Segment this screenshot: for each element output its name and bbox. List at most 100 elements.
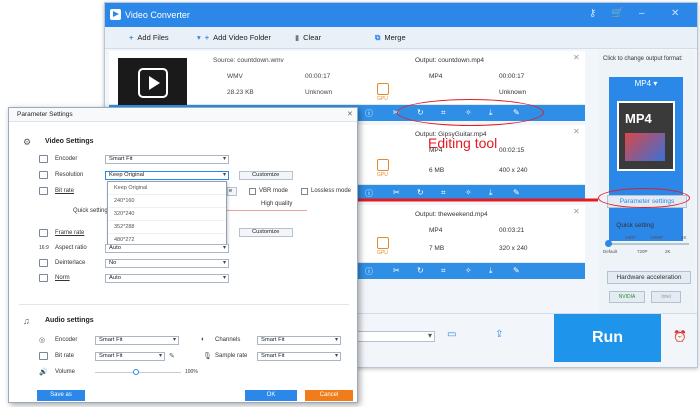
add-files-button[interactable]: + Add Files <box>129 33 169 42</box>
q-720p[interactable]: 720P <box>637 249 648 254</box>
gpu-label: GPU <box>377 250 388 256</box>
alarm-clock-icon[interactable]: ⏰ <box>673 330 687 343</box>
hardware-acceleration-button[interactable]: Hardware acceleration <box>607 271 691 284</box>
format-selector[interactable]: MP4 ▾ MP4 <box>609 77 683 241</box>
chevron-down-icon[interactable]: ▾ <box>428 331 432 340</box>
audio-encoder-label: Encoder <box>55 337 78 343</box>
pencil-icon[interactable]: ✎ <box>169 352 175 360</box>
remove-row-icon[interactable]: ✕ <box>573 127 580 136</box>
intel-toggle[interactable]: Intel <box>651 291 681 303</box>
framerate-label: Frame rate <box>55 230 85 236</box>
quality-slider[interactable] <box>227 210 307 211</box>
resolution-customize-button[interactable]: Customize <box>239 171 293 180</box>
dialog-title: Parameter Settings <box>17 111 73 118</box>
ok-button[interactable]: OK <box>245 390 297 401</box>
parameter-settings-highlight <box>598 188 690 208</box>
sample-rate-select[interactable]: Smart Fit <box>257 352 341 361</box>
gpu-label: GPU <box>377 96 388 102</box>
deinterlace-icon <box>39 259 48 267</box>
slider-handle[interactable] <box>605 240 612 247</box>
video-settings-heading: Video Settings <box>45 138 94 145</box>
q-480p[interactable]: 480P <box>625 235 636 240</box>
output-format: MP4 <box>429 227 443 234</box>
vbr-mode-label: VBR mode <box>259 188 289 194</box>
audio-bitrate-select[interactable]: Smart Fit <box>95 352 165 361</box>
folder-icon[interactable]: ▭ <box>447 329 456 340</box>
merge-button[interactable]: ⧉ Merge <box>375 33 406 43</box>
cart-icon[interactable]: 🛒 <box>611 8 623 19</box>
lossless-mode-checkbox[interactable] <box>301 188 308 195</box>
channels-icon: ◐ <box>201 336 206 343</box>
resolution-option[interactable]: 320*240 <box>108 208 226 221</box>
output-name: Output: countdown.mp4 <box>415 57 485 64</box>
q-2k[interactable]: 2K <box>665 249 671 254</box>
audio-bitrate-label: Bit rate <box>55 353 75 359</box>
resolution-option[interactable]: Keep Original <box>108 182 226 195</box>
effect-icon[interactable]: ✧ <box>465 266 472 275</box>
parameter-settings-dialog: Parameter Settings ✕ ⚙ Video Settings En… <box>8 107 358 403</box>
source-name: Source: countdown.wmv <box>213 57 284 64</box>
cancel-button[interactable]: Cancel <box>305 390 353 401</box>
q-1080p[interactable]: 1080P <box>650 235 663 240</box>
encoder-select[interactable]: Smart Fit <box>105 155 229 164</box>
mp4-format-icon: MP4 <box>617 101 675 171</box>
key-icon[interactable]: ⚷ <box>589 8 596 19</box>
video-settings-icon: ⚙ <box>23 137 32 147</box>
slider-icon: ⇆ <box>609 222 615 229</box>
bitrate-customize-button[interactable]: e <box>227 187 237 196</box>
file-row[interactable]: Source: countdown.wmv WMV 00:00:17 28.23… <box>109 51 585 110</box>
quick-setting-slider[interactable] <box>607 243 689 245</box>
minimize-icon[interactable]: – <box>639 8 645 19</box>
cut-icon[interactable]: ✂ <box>393 266 400 275</box>
section-divider <box>19 304 349 305</box>
vbr-mode-checkbox[interactable] <box>249 188 256 195</box>
microphone-icon: 🎙 <box>203 353 212 360</box>
quick-setting-label: ⇆ Quick setting <box>609 222 654 229</box>
play-icon <box>138 68 168 98</box>
add-folder-button[interactable]: ▾ + Add Video Folder <box>197 33 271 42</box>
output-duration: 00:03:21 <box>499 227 525 234</box>
title-bar: Video Converter ⚷ 🛒 – ✕ <box>105 3 697 27</box>
output-folder-field[interactable] <box>355 331 435 342</box>
run-button[interactable]: Run <box>554 314 661 362</box>
channels-select[interactable]: Smart Fit <box>257 336 341 345</box>
aspect-ratio-label: Aspect ratio <box>55 245 87 251</box>
dialog-close-icon[interactable]: ✕ <box>347 110 353 118</box>
clear-button[interactable]: ▮ Clear <box>295 33 321 42</box>
dialog-title-bar: Parameter Settings ✕ <box>9 108 357 122</box>
resolution-option[interactable]: 352*288 <box>108 221 226 234</box>
info-icon[interactable]: ⓘ <box>365 108 373 119</box>
deinterlace-label: Deinterlace <box>55 260 86 266</box>
nvidia-toggle[interactable]: NVIDIA <box>609 291 645 303</box>
video-preview <box>625 133 665 161</box>
deinterlace-select[interactable]: No <box>105 259 229 268</box>
subtitle-icon[interactable]: ✎ <box>513 266 520 275</box>
app-title: Video Converter <box>125 10 190 20</box>
save-as-button[interactable]: Save as <box>37 390 85 401</box>
norm-select[interactable]: Auto <box>105 274 229 283</box>
info-icon[interactable]: ⓘ <box>365 266 373 277</box>
close-icon[interactable]: ✕ <box>671 8 679 19</box>
video-thumbnail[interactable] <box>118 58 187 110</box>
volume-icon: 🔊 <box>39 369 48 376</box>
framerate-customize-button[interactable]: Customize <box>239 228 293 237</box>
volume-handle[interactable] <box>133 369 139 375</box>
resolution-select[interactable]: Keep Original <box>105 171 229 180</box>
editing-tool-annotation: Editing tool <box>428 135 498 151</box>
remove-row-icon[interactable]: ✕ <box>573 53 580 62</box>
format-dropdown[interactable]: MP4 ▾ <box>609 77 683 91</box>
watermark-icon[interactable]: ⤓ <box>489 266 493 276</box>
resolution-option[interactable]: 240*160 <box>108 195 226 208</box>
aspect-ratio-select[interactable]: Auto <box>105 244 229 253</box>
audio-encoder-select[interactable]: Smart Fit <box>95 336 179 345</box>
chevron-down-icon[interactable]: ▾ <box>197 33 201 42</box>
output-size: 6 MB <box>429 167 445 174</box>
remove-row-icon[interactable]: ✕ <box>573 207 580 216</box>
q-default[interactable]: Default <box>603 249 617 254</box>
crop-icon[interactable]: ⌗ <box>441 266 446 276</box>
rotate-icon[interactable]: ↻ <box>417 266 424 275</box>
q-4k[interactable]: 4K <box>681 235 687 240</box>
resolution-label: Resolution <box>55 172 84 178</box>
open-folder-icon[interactable]: ⇪ <box>495 329 503 340</box>
resolution-dropdown-list[interactable]: Keep Original 240*160 320*240 352*288 48… <box>107 181 227 247</box>
